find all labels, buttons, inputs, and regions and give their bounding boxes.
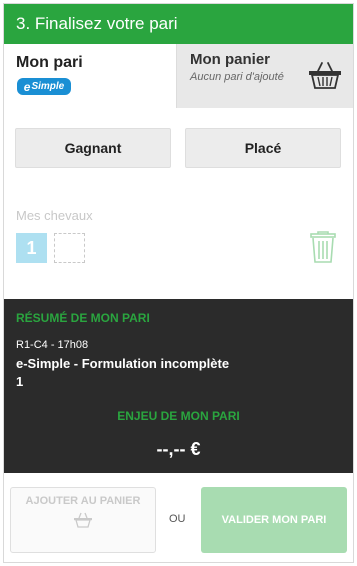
bet-widget: 3. Finalisez votre pari Mon pari e Simple… — [3, 3, 354, 563]
basket-icon — [309, 62, 341, 89]
tab-mon-pari[interactable]: Mon pari e Simple — [4, 44, 176, 108]
gagnant-button[interactable]: Gagnant — [15, 128, 171, 168]
mes-chevaux-label: Mes chevaux — [16, 208, 93, 223]
basket-small-icon — [74, 512, 92, 528]
horse-slot-empty[interactable] — [54, 233, 85, 263]
resume-title: RÉSUMÉ DE MON PARI — [16, 311, 150, 325]
tab-mon-panier[interactable]: Mon panier Aucun pari d'ajouté — [176, 44, 353, 108]
ajouter-au-panier-button[interactable]: AJOUTER AU PANIER — [10, 487, 156, 553]
tab-mon-panier-label: Mon panier — [190, 51, 271, 68]
enjeu-amount: --,-- € — [156, 439, 201, 459]
ajouter-label: AJOUTER AU PANIER — [25, 495, 141, 507]
tab-mon-pari-label: Mon pari — [16, 54, 83, 71]
resume-formulation: e-Simple - Formulation incomplète — [16, 356, 230, 371]
resume-course: R1-C4 - 17h08 — [16, 339, 89, 351]
enjeu-title: ENJEU DE MON PARI — [117, 409, 240, 423]
resume-panel: RÉSUMÉ DE MON PARI R1-C4 - 17h08 e-Simpl… — [4, 299, 353, 473]
trash-icon[interactable] — [309, 230, 337, 264]
ou-separator: OU — [169, 513, 186, 525]
place-button[interactable]: Placé — [185, 128, 341, 168]
footer-actions: AJOUTER AU PANIER OU VALIDER MON PARI — [4, 473, 353, 562]
step-title: 3. Finalisez votre pari — [16, 14, 178, 33]
panier-empty-text: Aucun pari d'ajouté — [190, 71, 284, 83]
tabs: Mon pari e Simple Mon panier Aucun pari d… — [4, 44, 353, 108]
horse-slot-selected[interactable]: 1 — [16, 233, 47, 263]
resume-numbers: 1 — [16, 374, 24, 389]
valider-mon-pari-button[interactable]: VALIDER MON PARI — [201, 487, 347, 553]
step-header: 3. Finalisez votre pari — [4, 4, 353, 44]
esimple-logo: e Simple — [17, 78, 71, 95]
